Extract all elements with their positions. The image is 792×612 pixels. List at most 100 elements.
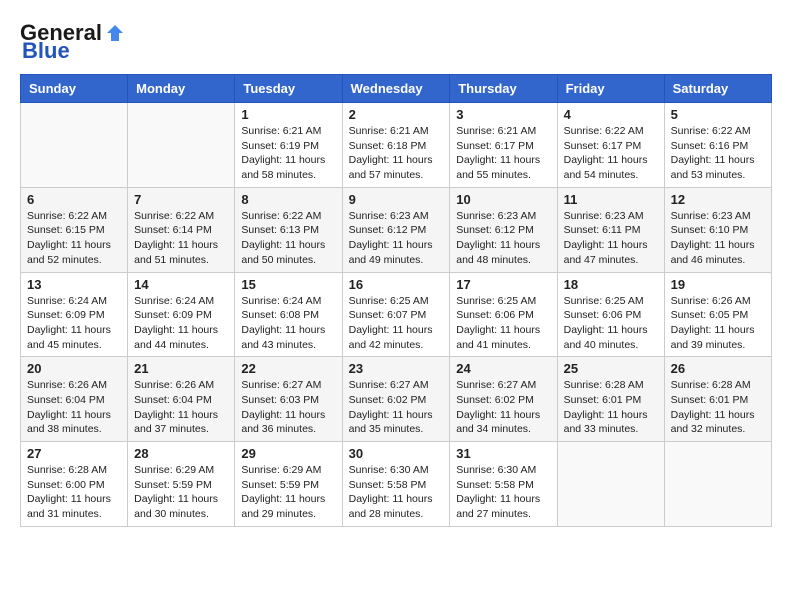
day-number: 22	[241, 361, 335, 376]
calendar-cell	[21, 103, 128, 188]
day-number: 27	[27, 446, 121, 461]
calendar-cell: 1 Sunrise: 6:21 AM Sunset: 6:19 PM Daylig…	[235, 103, 342, 188]
day-number: 4	[564, 107, 658, 122]
calendar-cell: 8 Sunrise: 6:22 AM Sunset: 6:13 PM Daylig…	[235, 187, 342, 272]
calendar-week-row: 6 Sunrise: 6:22 AM Sunset: 6:15 PM Daylig…	[21, 187, 772, 272]
calendar-cell: 18 Sunrise: 6:25 AM Sunset: 6:06 PM Dayli…	[557, 272, 664, 357]
day-info: Sunrise: 6:26 AM Sunset: 6:04 PM Dayligh…	[27, 378, 121, 437]
day-info: Sunrise: 6:21 AM Sunset: 6:17 PM Dayligh…	[456, 124, 550, 183]
calendar-cell: 28 Sunrise: 6:29 AM Sunset: 5:59 PM Dayli…	[128, 442, 235, 527]
day-info: Sunrise: 6:24 AM Sunset: 6:09 PM Dayligh…	[134, 294, 228, 353]
calendar-cell	[557, 442, 664, 527]
day-number: 10	[456, 192, 550, 207]
day-info: Sunrise: 6:27 AM Sunset: 6:02 PM Dayligh…	[349, 378, 444, 437]
day-number: 29	[241, 446, 335, 461]
day-info: Sunrise: 6:27 AM Sunset: 6:02 PM Dayligh…	[456, 378, 550, 437]
calendar-cell: 31Sunrise: 6:30 AM Sunset: 5:58 PM Dayli…	[450, 442, 557, 527]
calendar-cell	[128, 103, 235, 188]
day-info: Sunrise: 6:23 AM Sunset: 6:10 PM Dayligh…	[671, 209, 765, 268]
day-number: 16	[349, 277, 444, 292]
calendar-week-row: 13 Sunrise: 6:24 AM Sunset: 6:09 PM Dayli…	[21, 272, 772, 357]
day-number: 1	[241, 107, 335, 122]
calendar-table: SundayMondayTuesdayWednesdayThursdayFrid…	[20, 74, 772, 527]
day-number: 18	[564, 277, 658, 292]
calendar-cell: 4 Sunrise: 6:22 AM Sunset: 6:17 PM Daylig…	[557, 103, 664, 188]
day-number: 7	[134, 192, 228, 207]
calendar-cell: 9 Sunrise: 6:23 AM Sunset: 6:12 PM Daylig…	[342, 187, 450, 272]
day-info: Sunrise: 6:27 AM Sunset: 6:03 PM Dayligh…	[241, 378, 335, 437]
column-header-tuesday: Tuesday	[235, 75, 342, 103]
calendar-cell: 21 Sunrise: 6:26 AM Sunset: 6:04 PM Dayli…	[128, 357, 235, 442]
day-info: Sunrise: 6:22 AM Sunset: 6:14 PM Dayligh…	[134, 209, 228, 268]
day-number: 12	[671, 192, 765, 207]
calendar-cell: 10 Sunrise: 6:23 AM Sunset: 6:12 PM Dayli…	[450, 187, 557, 272]
calendar-cell: 5 Sunrise: 6:22 AM Sunset: 6:16 PM Daylig…	[664, 103, 771, 188]
day-info: Sunrise: 6:22 AM Sunset: 6:13 PM Dayligh…	[241, 209, 335, 268]
day-info: Sunrise: 6:26 AM Sunset: 6:04 PM Dayligh…	[134, 378, 228, 437]
day-number: 2	[349, 107, 444, 122]
day-number: 11	[564, 192, 658, 207]
calendar-cell: 17 Sunrise: 6:25 AM Sunset: 6:06 PM Dayli…	[450, 272, 557, 357]
calendar-cell: 7 Sunrise: 6:22 AM Sunset: 6:14 PM Daylig…	[128, 187, 235, 272]
calendar-cell: 19Sunrise: 6:26 AM Sunset: 6:05 PM Dayli…	[664, 272, 771, 357]
calendar-week-row: 27 Sunrise: 6:28 AM Sunset: 6:00 PM Dayli…	[21, 442, 772, 527]
day-info: Sunrise: 6:23 AM Sunset: 6:12 PM Dayligh…	[456, 209, 550, 268]
day-info: Sunrise: 6:29 AM Sunset: 5:59 PM Dayligh…	[134, 463, 228, 522]
day-number: 14	[134, 277, 228, 292]
calendar-cell: 13 Sunrise: 6:24 AM Sunset: 6:09 PM Dayli…	[21, 272, 128, 357]
column-header-monday: Monday	[128, 75, 235, 103]
day-info: Sunrise: 6:28 AM Sunset: 6:01 PM Dayligh…	[671, 378, 765, 437]
calendar-cell: 11 Sunrise: 6:23 AM Sunset: 6:11 PM Dayli…	[557, 187, 664, 272]
day-info: Sunrise: 6:23 AM Sunset: 6:11 PM Dayligh…	[564, 209, 658, 268]
column-header-wednesday: Wednesday	[342, 75, 450, 103]
day-info: Sunrise: 6:22 AM Sunset: 6:15 PM Dayligh…	[27, 209, 121, 268]
calendar-cell: 23Sunrise: 6:27 AM Sunset: 6:02 PM Dayli…	[342, 357, 450, 442]
calendar-cell: 20 Sunrise: 6:26 AM Sunset: 6:04 PM Dayli…	[21, 357, 128, 442]
day-info: Sunrise: 6:22 AM Sunset: 6:16 PM Dayligh…	[671, 124, 765, 183]
calendar-cell: 6 Sunrise: 6:22 AM Sunset: 6:15 PM Daylig…	[21, 187, 128, 272]
column-header-thursday: Thursday	[450, 75, 557, 103]
calendar-cell: 2 Sunrise: 6:21 AM Sunset: 6:18 PM Daylig…	[342, 103, 450, 188]
calendar-week-row: 1 Sunrise: 6:21 AM Sunset: 6:19 PM Daylig…	[21, 103, 772, 188]
day-info: Sunrise: 6:22 AM Sunset: 6:17 PM Dayligh…	[564, 124, 658, 183]
day-info: Sunrise: 6:25 AM Sunset: 6:06 PM Dayligh…	[564, 294, 658, 353]
day-info: Sunrise: 6:23 AM Sunset: 6:12 PM Dayligh…	[349, 209, 444, 268]
calendar-cell: 3 Sunrise: 6:21 AM Sunset: 6:17 PM Daylig…	[450, 103, 557, 188]
day-number: 6	[27, 192, 121, 207]
day-number: 25	[564, 361, 658, 376]
logo: General Blue	[20, 20, 126, 64]
day-info: Sunrise: 6:26 AM Sunset: 6:05 PM Dayligh…	[671, 294, 765, 353]
calendar-cell	[664, 442, 771, 527]
day-number: 13	[27, 277, 121, 292]
day-number: 20	[27, 361, 121, 376]
day-info: Sunrise: 6:30 AM Sunset: 5:58 PM Dayligh…	[349, 463, 444, 522]
logo-blue-text: Blue	[22, 38, 70, 64]
day-info: Sunrise: 6:21 AM Sunset: 6:19 PM Dayligh…	[241, 124, 335, 183]
calendar-week-row: 20 Sunrise: 6:26 AM Sunset: 6:04 PM Dayli…	[21, 357, 772, 442]
day-number: 21	[134, 361, 228, 376]
day-number: 28	[134, 446, 228, 461]
day-number: 26	[671, 361, 765, 376]
calendar-cell: 26 Sunrise: 6:28 AM Sunset: 6:01 PM Dayli…	[664, 357, 771, 442]
calendar-cell: 12 Sunrise: 6:23 AM Sunset: 6:10 PM Dayli…	[664, 187, 771, 272]
day-info: Sunrise: 6:24 AM Sunset: 6:09 PM Dayligh…	[27, 294, 121, 353]
day-info: Sunrise: 6:24 AM Sunset: 6:08 PM Dayligh…	[241, 294, 335, 353]
calendar-cell: 30Sunrise: 6:30 AM Sunset: 5:58 PM Dayli…	[342, 442, 450, 527]
day-info: Sunrise: 6:28 AM Sunset: 6:00 PM Dayligh…	[27, 463, 121, 522]
day-number: 9	[349, 192, 444, 207]
day-number: 3	[456, 107, 550, 122]
calendar-cell: 25 Sunrise: 6:28 AM Sunset: 6:01 PM Dayli…	[557, 357, 664, 442]
calendar-cell: 27 Sunrise: 6:28 AM Sunset: 6:00 PM Dayli…	[21, 442, 128, 527]
calendar-cell: 14 Sunrise: 6:24 AM Sunset: 6:09 PM Dayli…	[128, 272, 235, 357]
day-info: Sunrise: 6:25 AM Sunset: 6:06 PM Dayligh…	[456, 294, 550, 353]
day-number: 5	[671, 107, 765, 122]
day-info: Sunrise: 6:21 AM Sunset: 6:18 PM Dayligh…	[349, 124, 444, 183]
day-number: 17	[456, 277, 550, 292]
day-number: 8	[241, 192, 335, 207]
column-header-saturday: Saturday	[664, 75, 771, 103]
column-header-sunday: Sunday	[21, 75, 128, 103]
day-number: 24	[456, 361, 550, 376]
calendar-cell: 24 Sunrise: 6:27 AM Sunset: 6:02 PM Dayli…	[450, 357, 557, 442]
calendar-header-row: SundayMondayTuesdayWednesdayThursdayFrid…	[21, 75, 772, 103]
day-info: Sunrise: 6:28 AM Sunset: 6:01 PM Dayligh…	[564, 378, 658, 437]
